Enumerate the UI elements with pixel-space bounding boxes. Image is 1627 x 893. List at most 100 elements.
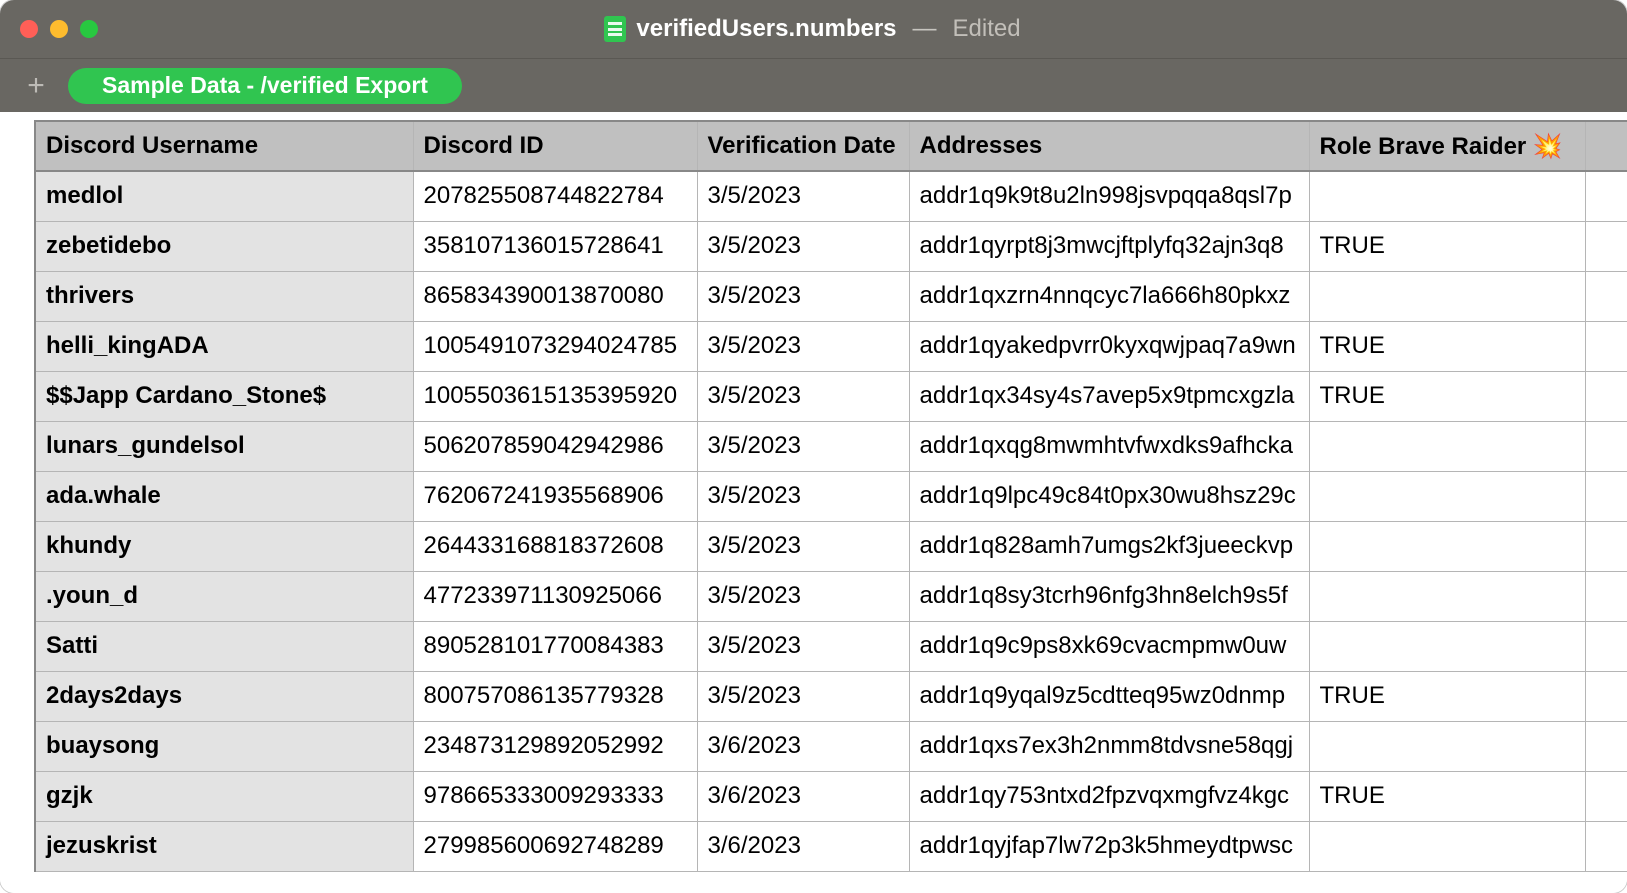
header-addresses[interactable]: Addresses xyxy=(909,121,1309,171)
cell-overflow[interactable] xyxy=(1585,721,1627,771)
table-row: khundy2644331688183726083/5/2023addr1q82… xyxy=(35,521,1627,571)
window-close-button[interactable] xyxy=(20,20,38,38)
spreadsheet-area[interactable]: Discord Username Discord ID Verification… xyxy=(0,112,1627,893)
cell-verification-date[interactable]: 3/5/2023 xyxy=(697,271,909,321)
cell-overflow[interactable] xyxy=(1585,771,1627,821)
header-discord-username[interactable]: Discord Username xyxy=(35,121,413,171)
cell-username[interactable]: 2days2days xyxy=(35,671,413,721)
cell-username[interactable]: jezuskrist xyxy=(35,821,413,871)
header-discord-id[interactable]: Discord ID xyxy=(413,121,697,171)
window-minimize-button[interactable] xyxy=(50,20,68,38)
cell-role[interactable] xyxy=(1309,571,1585,621)
cell-overflow[interactable] xyxy=(1585,321,1627,371)
cell-address[interactable]: addr1q9k9t8u2ln998jsvpqqa8qsl7p xyxy=(909,171,1309,221)
cell-discord-id[interactable]: 1005491073294024785 xyxy=(413,321,697,371)
cell-discord-id[interactable]: 800757086135779328 xyxy=(413,671,697,721)
add-sheet-button[interactable]: + xyxy=(14,64,58,108)
cell-address[interactable]: addr1q9lpc49c84t0px30wu8hsz29c xyxy=(909,471,1309,521)
cell-role[interactable] xyxy=(1309,721,1585,771)
cell-address[interactable]: addr1q8sy3tcrh96nfg3hn8elch9s5f xyxy=(909,571,1309,621)
cell-verification-date[interactable]: 3/5/2023 xyxy=(697,521,909,571)
cell-username[interactable]: Satti xyxy=(35,621,413,671)
cell-address[interactable]: addr1qyakedpvrr0kyxqwjpaq7a9wn xyxy=(909,321,1309,371)
cell-overflow[interactable] xyxy=(1585,221,1627,271)
cell-username[interactable]: helli_kingADA xyxy=(35,321,413,371)
cell-role[interactable]: TRUE xyxy=(1309,321,1585,371)
cell-verification-date[interactable]: 3/5/2023 xyxy=(697,421,909,471)
cell-discord-id[interactable]: 234873129892052992 xyxy=(413,721,697,771)
cell-address[interactable]: addr1qy753ntxd2fpzvqxmgfvz4kgc xyxy=(909,771,1309,821)
cell-role[interactable] xyxy=(1309,271,1585,321)
cell-role[interactable] xyxy=(1309,621,1585,671)
cell-role[interactable]: TRUE xyxy=(1309,771,1585,821)
cell-username[interactable]: lunars_gundelsol xyxy=(35,421,413,471)
cell-overflow[interactable] xyxy=(1585,671,1627,721)
cell-username[interactable]: medlol xyxy=(35,171,413,221)
cell-address[interactable]: addr1qx34sy4s7avep5x9tpmcxgzla xyxy=(909,371,1309,421)
table-body: medlol2078255087448227843/5/2023addr1q9k… xyxy=(35,171,1627,871)
cell-overflow[interactable] xyxy=(1585,421,1627,471)
cell-discord-id[interactable]: 865834390013870080 xyxy=(413,271,697,321)
cell-role[interactable]: TRUE xyxy=(1309,371,1585,421)
cell-username[interactable]: buaysong xyxy=(35,721,413,771)
cell-verification-date[interactable]: 3/5/2023 xyxy=(697,371,909,421)
cell-role[interactable] xyxy=(1309,471,1585,521)
cell-verification-date[interactable]: 3/6/2023 xyxy=(697,721,909,771)
cell-discord-id[interactable]: 207825508744822784 xyxy=(413,171,697,221)
cell-role[interactable] xyxy=(1309,821,1585,871)
cell-role[interactable]: TRUE xyxy=(1309,221,1585,271)
cell-address[interactable]: addr1qxqg8mwmhtvfwxdks9afhcka xyxy=(909,421,1309,471)
cell-verification-date[interactable]: 3/6/2023 xyxy=(697,771,909,821)
cell-role[interactable]: TRUE xyxy=(1309,671,1585,721)
cell-verification-date[interactable]: 3/5/2023 xyxy=(697,471,909,521)
cell-address[interactable]: addr1q9yqal9z5cdtteq95wz0dnmp xyxy=(909,671,1309,721)
sheet-tab-bar: + Sample Data - /verified Export xyxy=(0,58,1627,112)
cell-verification-date[interactable]: 3/5/2023 xyxy=(697,171,909,221)
cell-overflow[interactable] xyxy=(1585,371,1627,421)
cell-username[interactable]: khundy xyxy=(35,521,413,571)
cell-overflow[interactable] xyxy=(1585,471,1627,521)
document-icon xyxy=(604,16,626,42)
cell-username[interactable]: .youn_d xyxy=(35,571,413,621)
cell-address[interactable]: addr1qyjfap7lw72p3k5hmeydtpwsc xyxy=(909,821,1309,871)
cell-discord-id[interactable]: 279985600692748289 xyxy=(413,821,697,871)
cell-address[interactable]: addr1q828amh7umgs2kf3jueeckvp xyxy=(909,521,1309,571)
cell-role[interactable] xyxy=(1309,421,1585,471)
cell-discord-id[interactable]: 762067241935568906 xyxy=(413,471,697,521)
cell-address[interactable]: addr1qxzrn4nnqcyc7la666h80pkxz xyxy=(909,271,1309,321)
header-verification-date[interactable]: Verification Date xyxy=(697,121,909,171)
cell-username[interactable]: ada.whale xyxy=(35,471,413,521)
sheet-tab-active[interactable]: Sample Data - /verified Export xyxy=(68,68,462,104)
cell-address[interactable]: addr1qxs7ex3h2nmm8tdvsne58qgj xyxy=(909,721,1309,771)
cell-discord-id[interactable]: 358107136015728641 xyxy=(413,221,697,271)
cell-discord-id[interactable]: 264433168818372608 xyxy=(413,521,697,571)
cell-role[interactable] xyxy=(1309,171,1585,221)
cell-username[interactable]: gzjk xyxy=(35,771,413,821)
header-role-brave-raider[interactable]: Role Brave Raider 💥 xyxy=(1309,121,1585,171)
cell-overflow[interactable] xyxy=(1585,271,1627,321)
cell-username[interactable]: thrivers xyxy=(35,271,413,321)
cell-verification-date[interactable]: 3/5/2023 xyxy=(697,621,909,671)
cell-verification-date[interactable]: 3/5/2023 xyxy=(697,221,909,271)
header-overflow[interactable] xyxy=(1585,121,1627,171)
cell-verification-date[interactable]: 3/6/2023 xyxy=(697,821,909,871)
cell-discord-id[interactable]: 890528101770084383 xyxy=(413,621,697,671)
cell-overflow[interactable] xyxy=(1585,621,1627,671)
cell-discord-id[interactable]: 978665333009293333 xyxy=(413,771,697,821)
cell-overflow[interactable] xyxy=(1585,521,1627,571)
cell-verification-date[interactable]: 3/5/2023 xyxy=(697,671,909,721)
cell-address[interactable]: addr1qyrpt8j3mwcjftplyfq32ajn3q8 xyxy=(909,221,1309,271)
cell-discord-id[interactable]: 477233971130925066 xyxy=(413,571,697,621)
cell-overflow[interactable] xyxy=(1585,171,1627,221)
cell-username[interactable]: $$Japp Cardano_Stone$ xyxy=(35,371,413,421)
cell-username[interactable]: zebetidebo xyxy=(35,221,413,271)
cell-discord-id[interactable]: 1005503615135395920 xyxy=(413,371,697,421)
cell-overflow[interactable] xyxy=(1585,821,1627,871)
cell-overflow[interactable] xyxy=(1585,571,1627,621)
cell-address[interactable]: addr1q9c9ps8xk69cvacmpmw0uw xyxy=(909,621,1309,671)
cell-role[interactable] xyxy=(1309,521,1585,571)
cell-discord-id[interactable]: 506207859042942986 xyxy=(413,421,697,471)
cell-verification-date[interactable]: 3/5/2023 xyxy=(697,321,909,371)
window-zoom-button[interactable] xyxy=(80,20,98,38)
cell-verification-date[interactable]: 3/5/2023 xyxy=(697,571,909,621)
